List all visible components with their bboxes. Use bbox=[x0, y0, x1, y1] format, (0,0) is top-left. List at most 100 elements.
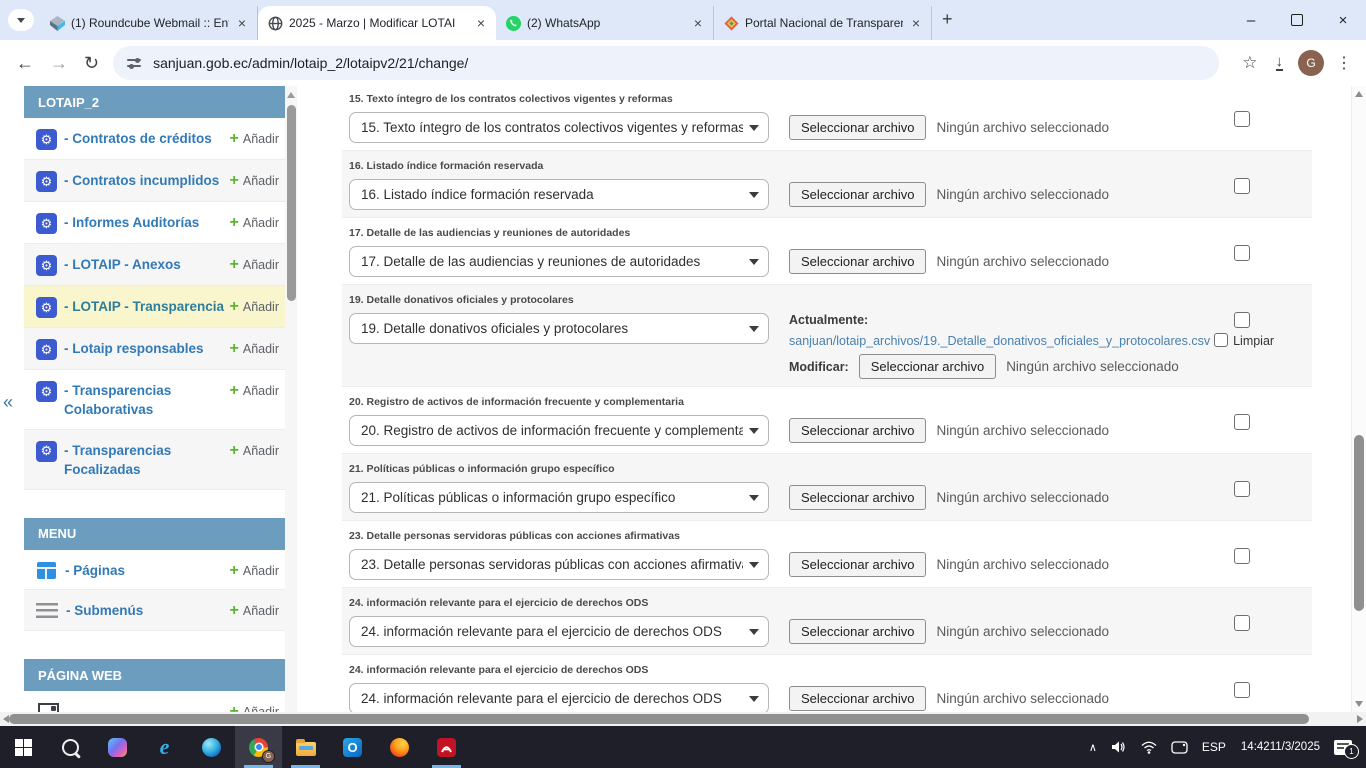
scroll-right-arrow[interactable] bbox=[1357, 715, 1363, 723]
sidebar-item-lotaip-responsables[interactable]: ⚙ - Lotaip responsables +Añadir bbox=[24, 328, 285, 370]
minimize-button[interactable]: – bbox=[1228, 0, 1274, 40]
site-settings-icon[interactable] bbox=[127, 57, 141, 69]
row-checkbox[interactable] bbox=[1234, 414, 1250, 430]
scroll-up-arrow[interactable] bbox=[287, 92, 295, 98]
downloads-icon[interactable]: ↓ bbox=[1276, 55, 1284, 71]
add-link[interactable]: +Añadir bbox=[230, 701, 279, 712]
file-select-button[interactable]: Seleccionar archivo bbox=[789, 115, 926, 140]
row-checkbox[interactable] bbox=[1234, 111, 1250, 127]
close-icon[interactable]: × bbox=[691, 15, 705, 31]
sidebar-item-informes-auditorias[interactable]: ⚙ - Informes Auditorías +Añadir bbox=[24, 202, 285, 244]
add-link[interactable]: +Añadir bbox=[230, 254, 279, 274]
file-select-button[interactable]: Seleccionar archivo bbox=[789, 249, 926, 274]
url-text[interactable]: sanjuan.gob.ec/admin/lotaip_2/lotaipv2/2… bbox=[153, 55, 468, 71]
close-window-button[interactable]: × bbox=[1320, 0, 1366, 40]
sidebar-item-contratos-creditos[interactable]: ⚙ - Contratos de créditos +Añadir bbox=[24, 118, 285, 160]
file-select-button[interactable]: Seleccionar archivo bbox=[789, 418, 926, 443]
file-select-button[interactable]: Seleccionar archivo bbox=[789, 485, 926, 510]
add-link[interactable]: +Añadir bbox=[230, 212, 279, 232]
add-link[interactable]: +Añadir bbox=[230, 600, 279, 620]
taskbar-internet-explorer[interactable]: e bbox=[141, 726, 188, 768]
sidebar-item-paginas[interactable]: - Páginas +Añadir bbox=[24, 550, 285, 591]
tab-portal-transparencia[interactable]: Portal Nacional de Transparenc × bbox=[714, 6, 932, 40]
add-link[interactable]: +Añadir bbox=[230, 380, 279, 400]
row-checkbox[interactable] bbox=[1234, 548, 1250, 564]
language-indicator[interactable]: ESP bbox=[1202, 740, 1226, 754]
row-checkbox[interactable] bbox=[1234, 312, 1250, 328]
sidebar-collapse-toggle[interactable]: « bbox=[3, 392, 13, 413]
document-type-select[interactable]: 20. Registro de activos de información f… bbox=[349, 415, 769, 446]
document-type-select[interactable]: 23. Detalle personas servidoras públicas… bbox=[349, 549, 769, 580]
clock[interactable]: 14:42 11/3/2025 bbox=[1241, 740, 1320, 754]
add-link[interactable]: +Añadir bbox=[230, 170, 279, 190]
file-select-button[interactable]: Seleccionar archivo bbox=[789, 686, 926, 711]
sidebar-item-lotaip-anexos[interactable]: ⚙ - LOTAIP - Anexos +Añadir bbox=[24, 244, 285, 286]
file-select-button[interactable]: Seleccionar archivo bbox=[859, 354, 996, 379]
tab-modificar-lotaip[interactable]: 2025 - Marzo | Modificar LOTAI × bbox=[258, 6, 496, 40]
taskbar-edge[interactable] bbox=[188, 726, 235, 768]
row-checkbox[interactable] bbox=[1234, 615, 1250, 631]
add-link[interactable]: +Añadir bbox=[230, 296, 279, 316]
page-scrollbar-vertical[interactable] bbox=[1351, 86, 1366, 712]
taskbar-acrobat[interactable] bbox=[423, 726, 470, 768]
row-checkbox[interactable] bbox=[1234, 245, 1250, 261]
document-type-select[interactable]: 16. Listado índice formación reservada bbox=[349, 179, 769, 210]
sidebar-item-lotaip-transparencia[interactable]: ⚙ - LOTAIP - Transparencia +Añadir bbox=[24, 286, 285, 328]
forward-button[interactable]: → bbox=[50, 53, 68, 74]
start-button[interactable] bbox=[0, 726, 47, 768]
browser-menu-icon[interactable]: ⋮ bbox=[1336, 53, 1352, 73]
tab-roundcube[interactable]: (1) Roundcube Webmail :: Entra × bbox=[40, 6, 258, 40]
sidebar-scrollbar[interactable] bbox=[285, 86, 297, 712]
add-link[interactable]: +Añadir bbox=[230, 440, 279, 460]
document-type-select[interactable]: 19. Detalle donativos oficiales y protoc… bbox=[349, 313, 769, 344]
close-icon[interactable]: × bbox=[474, 15, 488, 31]
taskbar-outlook[interactable]: O bbox=[329, 726, 376, 768]
document-type-select[interactable]: 24. información relevante para el ejerci… bbox=[349, 683, 769, 712]
clear-checkbox[interactable] bbox=[1214, 333, 1228, 347]
new-tab-button[interactable]: + bbox=[942, 9, 953, 30]
document-type-select[interactable]: 24. información relevante para el ejerci… bbox=[349, 616, 769, 647]
row-checkbox[interactable] bbox=[1234, 682, 1250, 698]
file-select-button[interactable]: Seleccionar archivo bbox=[789, 552, 926, 577]
sidebar-item-transparencias-focalizadas[interactable]: ⚙ - Transparencias Focalizadas +Añadir bbox=[24, 430, 285, 490]
tray-expand-icon[interactable]: ∧ bbox=[1089, 741, 1097, 754]
add-link[interactable]: +Añadir bbox=[230, 560, 279, 580]
taskbar-file-explorer[interactable] bbox=[282, 726, 329, 768]
tab-search-button[interactable] bbox=[8, 9, 34, 31]
reload-button[interactable]: ↻ bbox=[84, 53, 99, 74]
taskbar-chrome[interactable]: G bbox=[235, 726, 282, 768]
cast-display-icon[interactable] bbox=[1171, 741, 1188, 754]
add-link[interactable]: +Añadir bbox=[230, 338, 279, 358]
taskbar-firefox[interactable] bbox=[376, 726, 423, 768]
profile-avatar[interactable]: G bbox=[1298, 50, 1324, 76]
scroll-up-arrow[interactable] bbox=[1355, 91, 1363, 97]
document-type-select[interactable]: 15. Texto íntegro de los contratos colec… bbox=[349, 112, 769, 143]
scrollbar-thumb[interactable] bbox=[287, 105, 296, 301]
maximize-button[interactable] bbox=[1274, 0, 1320, 40]
address-bar[interactable]: sanjuan.gob.ec/admin/lotaip_2/lotaipv2/2… bbox=[113, 46, 1219, 80]
taskbar-copilot[interactable] bbox=[94, 726, 141, 768]
scroll-down-arrow[interactable] bbox=[1355, 701, 1363, 707]
taskbar-search[interactable] bbox=[47, 726, 94, 768]
row-checkbox[interactable] bbox=[1234, 481, 1250, 497]
scrollbar-thumb[interactable] bbox=[1354, 435, 1364, 611]
close-icon[interactable]: × bbox=[235, 15, 249, 31]
row-checkbox[interactable] bbox=[1234, 178, 1250, 194]
notification-center-icon[interactable]: 1 bbox=[1334, 740, 1352, 755]
back-button[interactable]: ← bbox=[16, 53, 34, 74]
current-file-link[interactable]: sanjuan/lotaip_archivos/19._Detalle_dona… bbox=[789, 334, 1210, 348]
sidebar-item-contratos-incumplidos[interactable]: ⚙ - Contratos incumplidos +Añadir bbox=[24, 160, 285, 202]
file-select-button[interactable]: Seleccionar archivo bbox=[789, 619, 926, 644]
document-type-select[interactable]: 17. Detalle de las audiencias y reunione… bbox=[349, 246, 769, 277]
tab-whatsapp[interactable]: (2) WhatsApp × bbox=[496, 6, 714, 40]
page-scrollbar-horizontal[interactable] bbox=[0, 712, 1366, 726]
sidebar-item-transparencias-colaborativas[interactable]: ⚙ - Transparencias Colaborativas +Añadir bbox=[24, 370, 285, 430]
sidebar-item-submenus[interactable]: - Submenús +Añadir bbox=[24, 590, 285, 631]
bookmark-star-icon[interactable]: ☆ bbox=[1242, 53, 1257, 73]
add-link[interactable]: +Añadir bbox=[230, 128, 279, 148]
file-select-button[interactable]: Seleccionar archivo bbox=[789, 182, 926, 207]
wifi-icon[interactable] bbox=[1141, 741, 1157, 754]
close-icon[interactable]: × bbox=[909, 15, 923, 31]
volume-icon[interactable] bbox=[1111, 740, 1127, 754]
sidebar-item-pagina-web-partial[interactable]: +Añadir bbox=[24, 691, 285, 712]
